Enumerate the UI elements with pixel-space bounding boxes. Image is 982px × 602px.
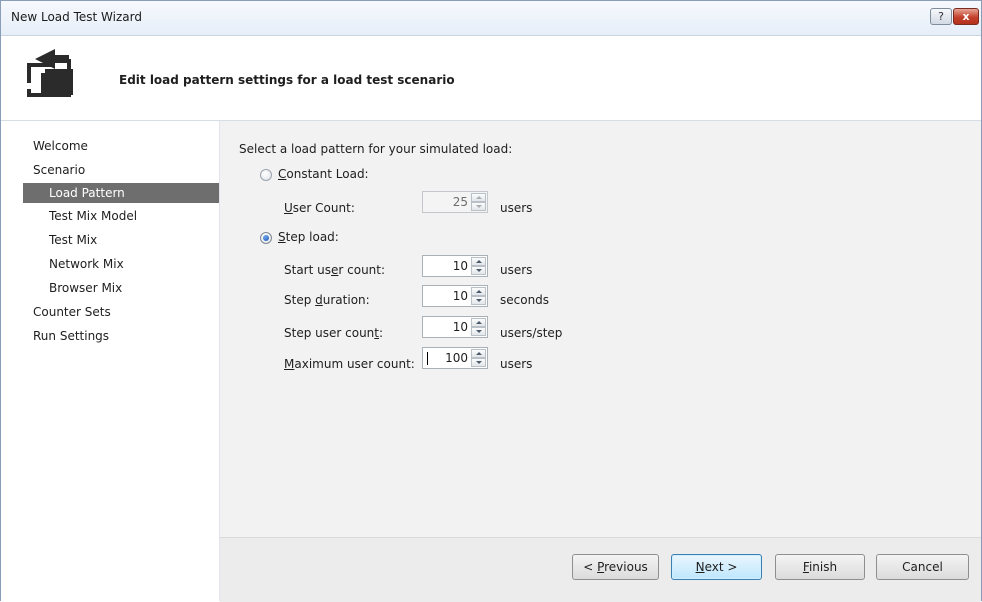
spin-down-icon[interactable] xyxy=(471,296,486,305)
maximum-user-count-stepper[interactable]: 100 xyxy=(422,347,488,369)
sidebar-item-browser-mix[interactable]: Browser Mix xyxy=(49,278,122,298)
load-pattern-prompt: Select a load pattern for your simulated… xyxy=(239,142,513,156)
start-user-count-value: 10 xyxy=(452,259,468,273)
previous-button[interactable]: < Previous xyxy=(572,554,659,580)
step-duration-label: Step duration: xyxy=(284,293,370,307)
spin-up-icon[interactable] xyxy=(471,257,486,266)
constant-load-radio[interactable] xyxy=(260,169,272,181)
next-button[interactable]: Next > xyxy=(671,554,762,580)
sidebar-item-label: Scenario xyxy=(33,163,86,177)
sidebar-item-load-pattern[interactable]: Load Pattern xyxy=(23,183,219,203)
user-count-label: User Count: xyxy=(284,201,355,215)
step-user-count-value: 10 xyxy=(452,320,468,334)
spin-down-icon[interactable] xyxy=(471,202,486,211)
start-user-count-unit: users xyxy=(500,263,533,277)
step-user-count-stepper[interactable]: 10 xyxy=(422,316,488,338)
maximum-user-count-unit: users xyxy=(500,357,533,371)
text-caret xyxy=(427,352,428,365)
maximum-user-count-value: 100 xyxy=(445,351,468,365)
wizard-steps-sidebar: Welcome Scenario Load Pattern Test Mix M… xyxy=(1,121,220,601)
spin-up-icon[interactable] xyxy=(471,287,486,296)
page-title: Edit load pattern settings for a load te… xyxy=(119,73,455,87)
sidebar-item-test-mix-model[interactable]: Test Mix Model xyxy=(49,206,137,226)
sidebar-item-label: Network Mix xyxy=(49,257,124,271)
sidebar-item-welcome[interactable]: Welcome xyxy=(33,136,88,156)
sidebar-item-label: Counter Sets xyxy=(33,305,111,319)
spin-up-icon[interactable] xyxy=(471,193,486,202)
sidebar-item-label: Welcome xyxy=(33,139,88,153)
sidebar-item-network-mix[interactable]: Network Mix xyxy=(49,254,124,274)
sidebar-item-label: Test Mix xyxy=(49,233,98,247)
sidebar-item-run-settings[interactable]: Run Settings xyxy=(33,326,109,346)
step-load-radio[interactable] xyxy=(260,232,272,244)
close-button[interactable]: x xyxy=(953,8,979,25)
sidebar-item-counter-sets[interactable]: Counter Sets xyxy=(33,302,111,322)
sidebar-item-label: Browser Mix xyxy=(49,281,123,295)
step-duration-stepper[interactable]: 10 xyxy=(422,285,488,307)
user-count-value: 25 xyxy=(452,195,468,209)
sidebar-item-label: Load Pattern xyxy=(49,186,125,200)
sidebar-item-label: Run Settings xyxy=(33,329,110,343)
sidebar-item-scenario[interactable]: Scenario xyxy=(33,160,85,180)
title-bar: New Load Test Wizard ? x xyxy=(1,1,981,36)
step-user-count-label: Step user count: xyxy=(284,326,384,340)
cancel-button[interactable]: Cancel xyxy=(876,554,969,580)
wizard-footer: < Previous Next > Finish Cancel xyxy=(220,537,981,602)
help-icon: ? xyxy=(938,10,944,23)
step-user-count-unit: users/step xyxy=(500,326,563,340)
wizard-window: New Load Test Wizard ? x Edit load patte… xyxy=(0,0,982,602)
help-button[interactable]: ? xyxy=(930,8,952,25)
step-duration-value: 10 xyxy=(452,289,468,303)
start-user-count-stepper[interactable]: 10 xyxy=(422,255,488,277)
user-count-stepper[interactable]: 25 xyxy=(422,191,488,213)
spin-up-icon[interactable] xyxy=(471,318,486,327)
sidebar-item-test-mix[interactable]: Test Mix xyxy=(49,230,97,250)
wizard-header: Edit load pattern settings for a load te… xyxy=(1,36,981,121)
maximum-user-count-label: Maximum user count: xyxy=(284,357,415,371)
constant-load-label[interactable]: Constant Load: xyxy=(278,167,369,181)
sidebar-item-label: Test Mix Model xyxy=(49,209,138,223)
step-duration-unit: seconds xyxy=(500,293,550,307)
spin-down-icon[interactable] xyxy=(471,266,486,275)
window-title: New Load Test Wizard xyxy=(11,10,142,24)
spin-down-icon[interactable] xyxy=(471,327,486,336)
start-user-count-label: Start user count: xyxy=(284,263,386,277)
load-pattern-panel: Select a load pattern for your simulated… xyxy=(220,121,981,537)
spin-down-icon[interactable] xyxy=(471,358,486,367)
close-icon: x xyxy=(962,10,970,23)
user-count-unit: users xyxy=(500,201,533,215)
load-test-wizard-icon xyxy=(25,49,73,97)
finish-button[interactable]: Finish xyxy=(775,554,865,580)
step-load-label[interactable]: Step load: xyxy=(278,230,339,244)
spin-up-icon[interactable] xyxy=(471,349,486,358)
